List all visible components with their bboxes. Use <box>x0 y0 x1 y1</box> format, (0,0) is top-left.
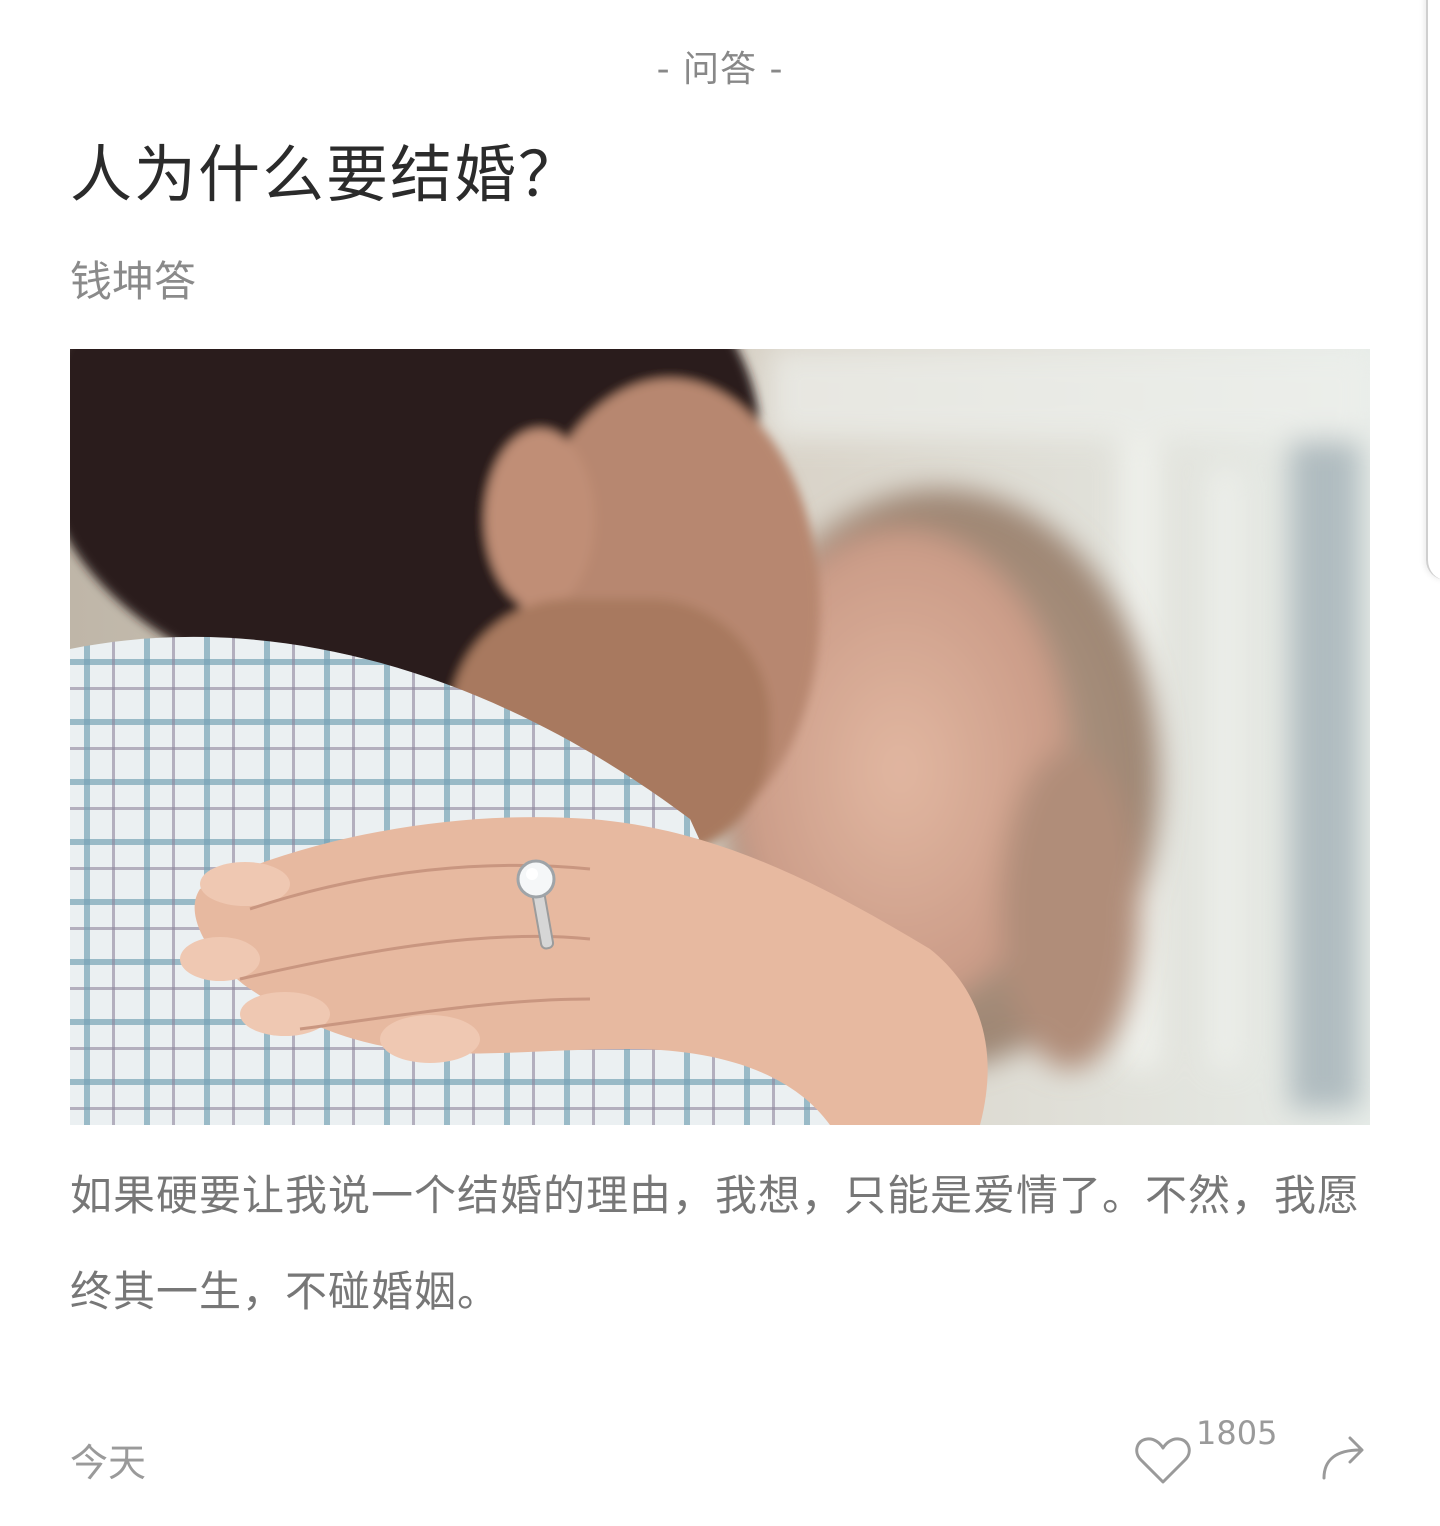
publish-date: 今天 <box>70 1441 147 1485</box>
scroll-indicator[interactable] <box>1426 0 1440 580</box>
heart-icon[interactable] <box>1133 1430 1193 1490</box>
article-photo <box>70 349 1370 1125</box>
author-byline: 钱坤答 <box>70 257 197 306</box>
category-label: - 问答 - <box>656 49 784 90</box>
share-icon[interactable] <box>1318 1430 1370 1482</box>
article-title: 人为什么要结婚？ <box>70 138 583 211</box>
like-count: 1805 <box>1196 1414 1278 1452</box>
article-body: 如果硬要让我说一个结婚的理由，我想，只能是爱情了。不然，我愿终其一生，不碰婚姻。 <box>70 1171 1361 1316</box>
